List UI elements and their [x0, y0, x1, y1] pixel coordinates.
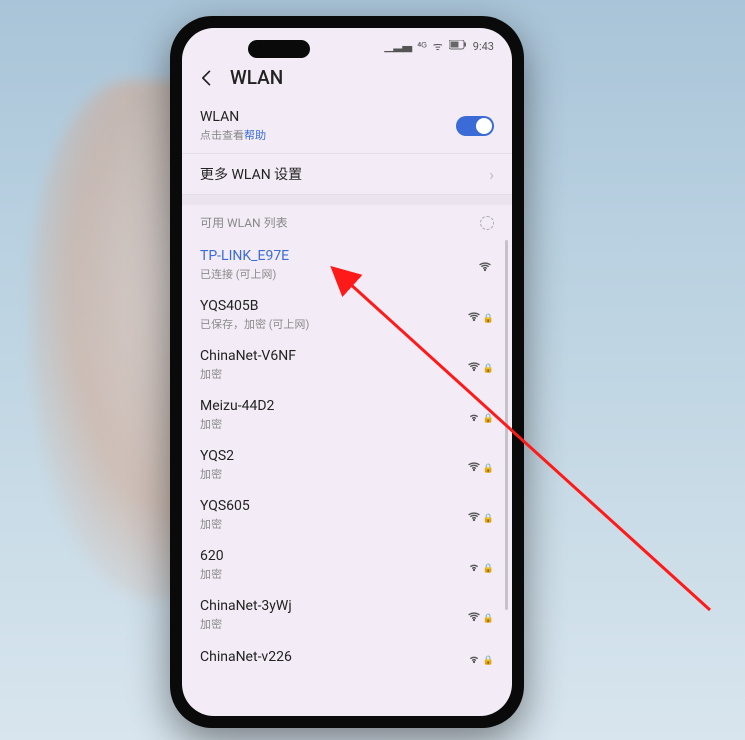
network-ssid: ChinaNet-v226 — [200, 649, 292, 665]
status-time: 9:43 — [473, 40, 494, 53]
network-type: ⁴ᴳ — [417, 40, 427, 53]
camera-punch-hole — [248, 40, 310, 58]
wifi-signal-icon: 🔒 — [465, 606, 494, 624]
back-button[interactable] — [196, 67, 218, 89]
wifi-signal-icon — [476, 256, 494, 274]
lock-icon: 🔒 — [483, 514, 494, 524]
wifi-signal-icon: 🔒 — [465, 648, 494, 666]
phone-frame: ▁▃▅ ⁴ᴳ ᯤ 9:43 WLAN WLAN 点击查看帮助 — [170, 16, 524, 728]
network-ssid: TP-LINK_E97E — [200, 248, 289, 264]
battery-icon — [449, 40, 467, 53]
network-item[interactable]: Meizu-44D2 加密 🔒 — [182, 390, 512, 440]
network-ssid: Meizu-44D2 — [200, 398, 274, 414]
network-status: 已连接 (可上网) — [200, 266, 289, 282]
lock-icon: 🔒 — [483, 414, 494, 424]
available-networks-label: 可用 WLAN 列表 — [200, 214, 288, 231]
wifi-signal-icon: 🔒 — [465, 306, 494, 324]
network-item[interactable]: YQS2 加密 🔒 — [182, 440, 512, 490]
lock-icon: 🔒 — [483, 656, 494, 666]
signal-icon: ▁▃▅ — [384, 39, 411, 54]
network-item[interactable]: YQS605 加密 🔒 — [182, 490, 512, 540]
network-status: 已保存，加密 (可上网) — [200, 316, 309, 332]
network-item[interactable]: YQS405B 已保存，加密 (可上网) 🔒 — [182, 290, 512, 340]
network-status: 加密 — [200, 616, 292, 632]
network-item[interactable]: TP-LINK_E97E 已连接 (可上网) — [182, 240, 512, 290]
phone-screen: ▁▃▅ ⁴ᴳ ᯤ 9:43 WLAN WLAN 点击查看帮助 — [182, 28, 512, 716]
network-status: 加密 — [200, 366, 296, 382]
wifi-signal-icon: 🔒 — [465, 456, 494, 474]
wifi-signal-icon: 🔒 — [465, 356, 494, 374]
loading-spinner-icon — [480, 216, 494, 230]
network-list: TP-LINK_E97E 已连接 (可上网) YQS405B 已保存，加密 (可… — [182, 240, 512, 674]
section-divider — [182, 195, 512, 205]
network-ssid: ChinaNet-V6NF — [200, 348, 296, 364]
network-ssid: YQS405B — [200, 298, 309, 314]
lock-icon: 🔒 — [483, 464, 494, 474]
content-area: WLAN 点击查看帮助 更多 WLAN 设置 › 可用 WLAN 列表 — [182, 99, 512, 716]
wifi-signal-icon: 🔒 — [465, 506, 494, 524]
more-settings-label: 更多 WLAN 设置 — [200, 164, 302, 184]
lock-icon: 🔒 — [483, 314, 494, 324]
lock-icon: 🔒 — [483, 564, 494, 574]
scrollbar[interactable] — [505, 240, 508, 610]
wlan-toggle-row[interactable]: WLAN 点击查看帮助 — [182, 99, 512, 154]
network-item[interactable]: ChinaNet-v226 🔒 — [182, 640, 512, 674]
lock-icon: 🔒 — [483, 364, 494, 374]
wifi-signal-icon: 🔒 — [465, 406, 494, 424]
network-item[interactable]: ChinaNet-3yWj 加密 🔒 — [182, 590, 512, 640]
network-ssid: YQS605 — [200, 498, 250, 514]
wlan-label: WLAN — [200, 109, 266, 125]
network-ssid: 620 — [200, 548, 224, 564]
help-link[interactable]: 帮助 — [244, 129, 266, 142]
status-bar: ▁▃▅ ⁴ᴳ ᯤ 9:43 — [182, 28, 512, 58]
network-status: 加密 — [200, 466, 234, 482]
chevron-right-icon: › — [489, 165, 494, 184]
network-item[interactable]: 620 加密 🔒 — [182, 540, 512, 590]
network-status: 加密 — [200, 566, 224, 582]
wlan-toggle-switch[interactable] — [456, 116, 494, 136]
available-networks-header: 可用 WLAN 列表 — [182, 205, 512, 240]
more-wlan-settings-row[interactable]: 更多 WLAN 设置 › — [182, 154, 512, 195]
network-item[interactable]: ChinaNet-V6NF 加密 🔒 — [182, 340, 512, 390]
wifi-status-icon: ᯤ — [433, 39, 443, 54]
network-status: 加密 — [200, 416, 274, 432]
network-status: 加密 — [200, 516, 250, 532]
page-title: WLAN — [230, 66, 283, 89]
wlan-help-text: 点击查看帮助 — [200, 127, 266, 143]
network-ssid: ChinaNet-3yWj — [200, 598, 292, 614]
network-ssid: YQS2 — [200, 448, 234, 464]
lock-icon: 🔒 — [483, 614, 494, 624]
wifi-signal-icon: 🔒 — [465, 556, 494, 574]
page-header: WLAN — [182, 58, 512, 99]
